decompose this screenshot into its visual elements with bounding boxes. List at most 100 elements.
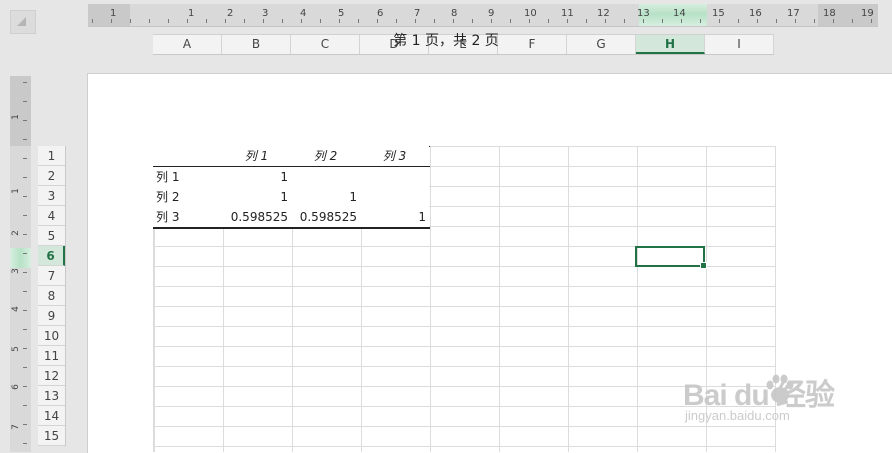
corner-triangle-icon xyxy=(17,17,26,26)
fill-handle[interactable] xyxy=(700,262,707,269)
ruler-tick xyxy=(320,19,321,23)
ruler-number: 19 xyxy=(861,8,874,19)
ruler-number: 13 xyxy=(637,8,650,19)
vertical-ruler-number: 3 xyxy=(10,268,21,274)
ruler-top-margin xyxy=(10,76,31,146)
ruler-tick xyxy=(643,19,644,23)
row-header-9[interactable]: 9 xyxy=(38,306,65,326)
row-label-cell[interactable]: 列 1 xyxy=(153,167,222,187)
row-label-cell[interactable]: 列 3 xyxy=(153,207,222,227)
vertical-ruler-tick xyxy=(23,291,27,292)
row-header-3[interactable]: 3 xyxy=(38,186,65,206)
ruler-tick xyxy=(719,19,720,23)
ruler-tick xyxy=(795,19,796,23)
ruler-tick xyxy=(833,19,834,23)
ruler-number: 6 xyxy=(377,8,384,19)
row-header-14[interactable]: 14 xyxy=(38,406,65,426)
ruler-number: 15 xyxy=(712,8,725,19)
active-cell-selection[interactable] xyxy=(635,246,707,269)
ruler-number: 1 xyxy=(110,8,117,19)
table-cell[interactable]: 1 xyxy=(222,167,291,187)
vertical-ruler-tick xyxy=(23,177,27,178)
table-row: 列 2 1 1 xyxy=(153,187,430,207)
ruler-number: 3 xyxy=(262,8,269,19)
vertical-ruler-tick xyxy=(23,424,27,425)
ruler-tick xyxy=(510,19,511,23)
table-cell[interactable]: 1 xyxy=(360,207,429,227)
ruler-tick xyxy=(358,19,359,23)
table-cell[interactable]: 0.598525 xyxy=(222,207,291,227)
ruler-tick xyxy=(339,19,340,23)
vertical-ruler: 1 1 2 3 4 5 6 7 xyxy=(10,76,31,452)
row-header-13[interactable]: 13 xyxy=(38,386,65,406)
vertical-ruler-number: 7 xyxy=(10,424,21,430)
row-header-5[interactable]: 5 xyxy=(38,226,65,246)
vertical-ruler-tick xyxy=(23,120,27,121)
vertical-ruler-number: 1 xyxy=(10,188,21,194)
ruler-number: 18 xyxy=(823,8,836,19)
vertical-ruler-tick xyxy=(23,405,27,406)
vertical-ruler-tick xyxy=(23,348,27,349)
vertical-ruler-tick xyxy=(23,139,27,140)
table-cell[interactable] xyxy=(291,167,360,187)
row-header-6[interactable]: 6 xyxy=(38,246,65,266)
watermark: Bai du 经验 jingyan.baidu.com xyxy=(683,370,883,440)
ruler-tick xyxy=(263,19,264,23)
row-header-12[interactable]: 12 xyxy=(38,366,65,386)
row-header-7[interactable]: 7 xyxy=(38,266,65,286)
ruler-tick xyxy=(453,19,454,23)
row-label-cell[interactable]: 列 2 xyxy=(153,187,222,207)
vertical-ruler-highlight xyxy=(10,248,31,268)
vertical-ruler-number: 5 xyxy=(10,346,21,352)
ruler-number: 11 xyxy=(561,8,574,19)
vertical-ruler-number: 1 xyxy=(10,114,21,120)
ruler-tick xyxy=(396,19,397,23)
paw-logo-icon xyxy=(766,374,794,403)
table-header-cell[interactable]: 列 1 xyxy=(222,146,291,166)
table-header-row: 列 1 列 2 列 3 xyxy=(153,146,430,167)
table-header-cell[interactable]: 列 2 xyxy=(291,146,360,166)
ruler-number: 12 xyxy=(597,8,610,19)
row-header-8[interactable]: 8 xyxy=(38,286,65,306)
ruler-number: 8 xyxy=(451,8,458,19)
ruler-tick xyxy=(586,19,587,23)
ruler-tick xyxy=(130,19,131,23)
table-cell[interactable] xyxy=(360,167,429,187)
ruler-tick xyxy=(244,19,245,23)
watermark-url: jingyan.baidu.com xyxy=(685,408,790,423)
vertical-ruler-tick xyxy=(23,158,27,159)
table-cell[interactable]: 1 xyxy=(291,187,360,207)
ruler-tick xyxy=(282,19,283,23)
row-header-4[interactable]: 4 xyxy=(38,206,65,226)
vertical-ruler-tick xyxy=(23,82,27,83)
ruler-number: 4 xyxy=(300,8,307,19)
ruler-tick xyxy=(757,19,758,23)
table-header-cell[interactable] xyxy=(153,146,222,166)
ruler-tick xyxy=(852,19,853,23)
row-header-11[interactable]: 11 xyxy=(38,346,65,366)
ruler-number: 16 xyxy=(749,8,762,19)
table-cell[interactable] xyxy=(360,187,429,207)
vertical-ruler-number: 4 xyxy=(10,306,21,312)
row-header-10[interactable]: 10 xyxy=(38,326,65,346)
ruler-tick xyxy=(662,19,663,23)
table-header-cell[interactable]: 列 3 xyxy=(360,146,429,166)
vertical-ruler-tick xyxy=(23,101,27,102)
ruler-number: 7 xyxy=(414,8,421,19)
table-cell[interactable]: 0.598525 xyxy=(291,207,360,227)
ruler-tick xyxy=(491,19,492,23)
row-header-15[interactable]: 15 xyxy=(38,426,65,446)
ruler-number: 17 xyxy=(787,8,800,19)
ruler-tick xyxy=(472,19,473,23)
table-cell[interactable]: 1 xyxy=(222,187,291,207)
row-header-1[interactable]: 1 xyxy=(38,146,65,166)
ruler-tick xyxy=(168,19,169,23)
ruler-tick xyxy=(377,19,378,23)
vertical-ruler-tick xyxy=(23,234,27,235)
horizontal-ruler: 1 1 2 3 4 5 6 7 8 9 10 11 12 13 14 15 16 17 18 19 xyxy=(88,4,878,27)
ruler-tick xyxy=(624,19,625,23)
row-header-2[interactable]: 2 xyxy=(38,166,65,186)
table-row: 列 3 0.598525 0.598525 1 xyxy=(153,207,430,229)
ruler-tick xyxy=(149,19,150,23)
ruler-tick xyxy=(700,19,701,23)
